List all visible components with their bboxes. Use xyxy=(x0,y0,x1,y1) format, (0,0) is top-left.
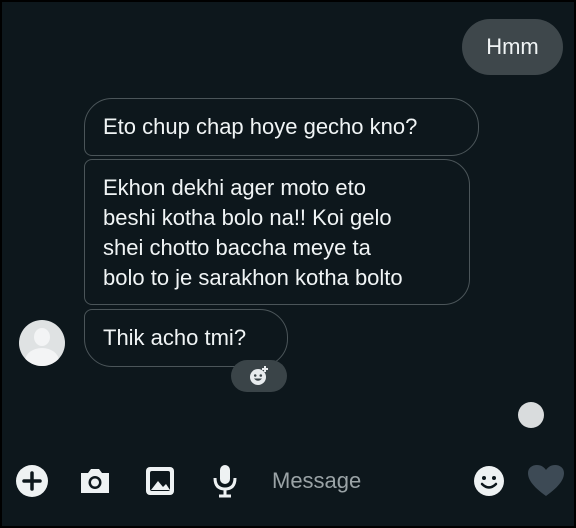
add-reaction-button[interactable] xyxy=(231,360,287,392)
received-message-text: Eto chup chap hoye gecho kno? xyxy=(103,114,418,139)
received-message-line: bolo to je sarakhon kotha bolto xyxy=(103,265,403,290)
received-message-bubble[interactable]: Ekhon dekhi ager moto eto beshi kotha bo… xyxy=(84,159,470,305)
plus-icon[interactable] xyxy=(15,464,49,498)
camera-icon[interactable] xyxy=(78,464,112,498)
received-message-line: shei chotto baccha meye ta xyxy=(103,235,371,260)
received-message-line: Ekhon dekhi ager moto eto xyxy=(103,175,366,200)
sent-message-bubble[interactable]: Hmm xyxy=(462,19,563,75)
add-reaction-icon xyxy=(250,366,268,385)
received-message-bubble[interactable]: Eto chup chap hoye gecho kno? xyxy=(84,98,479,156)
avatar-body-shape xyxy=(25,348,59,366)
received-message-bubble[interactable]: Thik acho tmi? xyxy=(84,309,288,367)
avatar-head-shape xyxy=(34,328,50,346)
received-message-text: Thik acho tmi? xyxy=(103,325,247,350)
contact-avatar[interactable] xyxy=(19,320,65,366)
gallery-icon[interactable] xyxy=(143,464,177,498)
microphone-icon[interactable] xyxy=(208,464,242,498)
message-input[interactable] xyxy=(272,464,462,498)
sent-message-text: Hmm xyxy=(486,34,539,59)
emoji-icon[interactable] xyxy=(472,464,506,498)
heart-icon[interactable] xyxy=(526,464,566,498)
seen-indicator-avatar xyxy=(518,402,544,428)
received-message-line: beshi kotha bolo na!! Koi gelo xyxy=(103,205,392,230)
message-composer xyxy=(0,450,576,510)
